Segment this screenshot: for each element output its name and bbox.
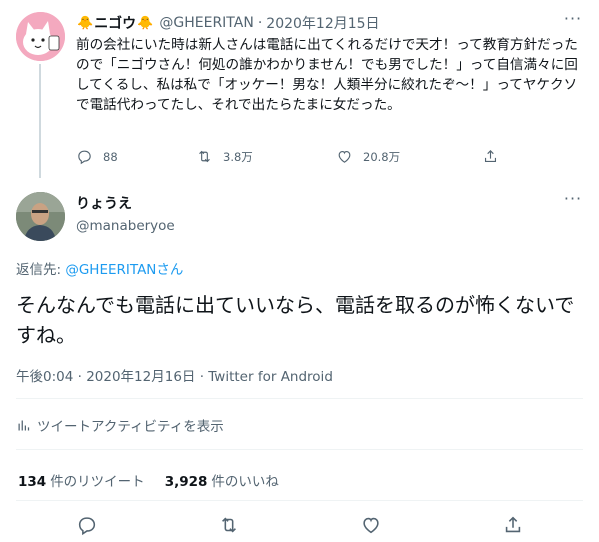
parent-display-name-text: ニゴウ bbox=[94, 16, 137, 32]
view-activity-label: ツイートアクティビティを表示 bbox=[37, 419, 224, 435]
tweet-time[interactable]: 午後0:04 bbox=[16, 369, 73, 385]
main-avatar[interactable] bbox=[16, 192, 65, 241]
heart-icon bbox=[363, 517, 379, 534]
parent-more-icon[interactable]: ··· bbox=[563, 11, 583, 31]
retweet-stat-count: 134 bbox=[18, 474, 47, 490]
reply-to-suffix: さん bbox=[156, 262, 184, 278]
main-actions bbox=[0, 514, 599, 540]
tweet-stats: 134 件のリツイート 3,928 件のいいね bbox=[18, 470, 299, 490]
parent-separator: · bbox=[257, 15, 263, 31]
tweet-date[interactable]: 2020年12月16日 bbox=[86, 369, 195, 385]
tweet-meta: 午後0:04 · 2020年12月16日 · Twitter for Andro… bbox=[16, 365, 333, 385]
retweet-icon bbox=[199, 150, 210, 163]
parent-avatar[interactable] bbox=[16, 12, 65, 61]
reply-to-line: 返信先: @GHEERITANさん bbox=[16, 258, 183, 278]
like-stat[interactable]: 3,928 件のいいね bbox=[165, 470, 279, 490]
share-icon bbox=[505, 516, 521, 533]
tweet-source[interactable]: Twitter for Android bbox=[208, 369, 333, 385]
thread-line bbox=[39, 64, 41, 178]
main-display-name[interactable]: りょうえ bbox=[76, 193, 132, 213]
parent-reply-count: 88 bbox=[103, 149, 118, 164]
main-tweet-text: そんなんでも電話に出ていいなら、電話を取るのが怖くないですね。 bbox=[16, 293, 575, 347]
parent-display-name[interactable]: 🐥 ニゴウ 🐥 bbox=[76, 13, 154, 33]
main-like-button[interactable] bbox=[360, 514, 382, 536]
parent-tweet-text: 前の会社にいた時は新人さんは電話に出てくれるだけで天才！って教育方針だったので「… bbox=[76, 37, 578, 113]
heart-icon bbox=[338, 150, 351, 163]
main-more-icon[interactable]: ··· bbox=[563, 191, 583, 211]
divider bbox=[16, 398, 583, 399]
reply-to-prefix: 返信先: bbox=[16, 262, 66, 278]
meta-separator: · bbox=[195, 369, 209, 385]
reply-icon bbox=[78, 150, 91, 165]
parent-like-button[interactable]: 20.8万 bbox=[336, 148, 400, 165]
chick-emoji-icon: 🐥 bbox=[137, 15, 154, 31]
main-retweet-button[interactable] bbox=[218, 514, 240, 536]
parent-actions: 88 3.8万 20.8万 bbox=[72, 148, 512, 168]
reply-to-link[interactable]: @GHEERITAN bbox=[65, 262, 156, 278]
parent-retweet-button[interactable]: 3.8万 bbox=[196, 148, 253, 165]
bar-chart-icon bbox=[18, 420, 30, 430]
main-reply-button[interactable] bbox=[76, 514, 98, 536]
parent-like-count: 20.8万 bbox=[363, 149, 401, 164]
main-handle[interactable]: @manaberyoe bbox=[76, 218, 175, 234]
divider bbox=[16, 500, 583, 501]
parent-reply-button[interactable]: 88 bbox=[76, 148, 118, 165]
parent-date[interactable]: 2020年12月15日 bbox=[266, 13, 379, 33]
chick-emoji-icon: 🐥 bbox=[77, 15, 94, 31]
retweet-icon bbox=[222, 517, 236, 533]
reply-icon bbox=[78, 517, 96, 536]
view-activity-button[interactable]: ツイートアクティビティを表示 bbox=[16, 415, 224, 435]
parent-retweet-count: 3.8万 bbox=[223, 149, 253, 164]
like-stat-label: 件のいいね bbox=[211, 474, 279, 490]
retweet-stat[interactable]: 134 件のリツイート bbox=[18, 470, 145, 490]
retweet-stat-label: 件のリツイート bbox=[50, 474, 145, 490]
like-stat-count: 3,928 bbox=[164, 474, 208, 490]
parent-share-button[interactable] bbox=[482, 148, 509, 165]
main-share-button[interactable] bbox=[502, 514, 524, 536]
parent-author-row[interactable]: 🐥 ニゴウ 🐥 @GHEERITAN · 2020年12月15日 bbox=[76, 13, 380, 33]
divider bbox=[16, 449, 583, 450]
meta-separator: · bbox=[73, 369, 87, 385]
parent-handle[interactable]: @GHEERITAN bbox=[159, 15, 253, 31]
share-icon bbox=[484, 150, 497, 163]
